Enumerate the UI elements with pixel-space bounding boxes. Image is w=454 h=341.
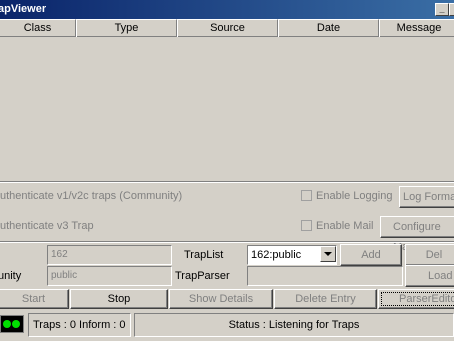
start-button[interactable]: Start — [0, 289, 69, 309]
trap-count-panel: Traps : 0 Inform : 0 — [28, 313, 131, 337]
add-button[interactable]: Add — [340, 244, 402, 266]
del-button[interactable]: Del — [405, 244, 454, 266]
auth-v1v2c-label[interactable]: uthenticate v1/v2c traps (Community) — [0, 190, 182, 202]
community-field[interactable]: public — [47, 266, 172, 286]
trap-table[interactable]: Class Type Source Date Message — [0, 19, 454, 181]
checkbox-box[interactable] — [301, 190, 312, 201]
column-header-class[interactable]: Class — [0, 19, 76, 37]
led-icon — [12, 320, 20, 328]
divider — [0, 181, 454, 183]
table-header: Class Type Source Date Message — [0, 19, 454, 37]
configure-mail-button[interactable]: Configure Ma — [380, 216, 454, 253]
enable-logging-label: Enable Logging — [316, 190, 393, 202]
trapparser-field[interactable] — [247, 266, 403, 286]
title-bar[interactable]: apViewer _ — [0, 0, 454, 19]
community-label: unity — [0, 270, 22, 282]
maximize-button[interactable] — [449, 3, 454, 16]
led-icon — [3, 320, 11, 328]
column-header-type[interactable]: Type — [76, 19, 177, 37]
column-header-message[interactable]: Message — [379, 19, 454, 37]
stop-button[interactable]: Stop — [70, 289, 168, 309]
traplist-label: TrapList — [184, 249, 224, 261]
auth-v3-label[interactable]: uthenticate v3 Trap — [0, 220, 94, 232]
status-led-indicator — [0, 315, 24, 333]
status-message-panel: Status : Listening for Traps — [134, 313, 454, 337]
show-details-button[interactable]: Show Details — [169, 289, 273, 309]
traplist-select[interactable]: 162:public — [247, 245, 337, 265]
load-button[interactable]: Load — [405, 265, 454, 287]
parser-editor-button[interactable]: ParserEditor — [378, 289, 454, 309]
checkbox-box[interactable] — [301, 220, 312, 231]
enable-mail-label: Enable Mail — [316, 220, 374, 232]
column-header-source[interactable]: Source — [177, 19, 278, 37]
trapparser-label: TrapParser — [175, 270, 230, 282]
log-format-button[interactable]: Log Forma — [399, 186, 454, 208]
port-field[interactable]: 162 — [47, 245, 172, 265]
enable-logging-checkbox[interactable]: Enable Logging — [301, 190, 392, 202]
chevron-down-icon[interactable] — [320, 246, 336, 262]
column-header-date[interactable]: Date — [278, 19, 379, 37]
delete-entry-button[interactable]: Delete Entry — [274, 289, 377, 309]
window-title: apViewer — [0, 3, 47, 15]
enable-mail-checkbox[interactable]: Enable Mail — [301, 220, 373, 232]
traplist-selected-value: 162:public — [251, 249, 302, 261]
minimize-button[interactable]: _ — [435, 3, 449, 16]
divider — [0, 241, 454, 243]
